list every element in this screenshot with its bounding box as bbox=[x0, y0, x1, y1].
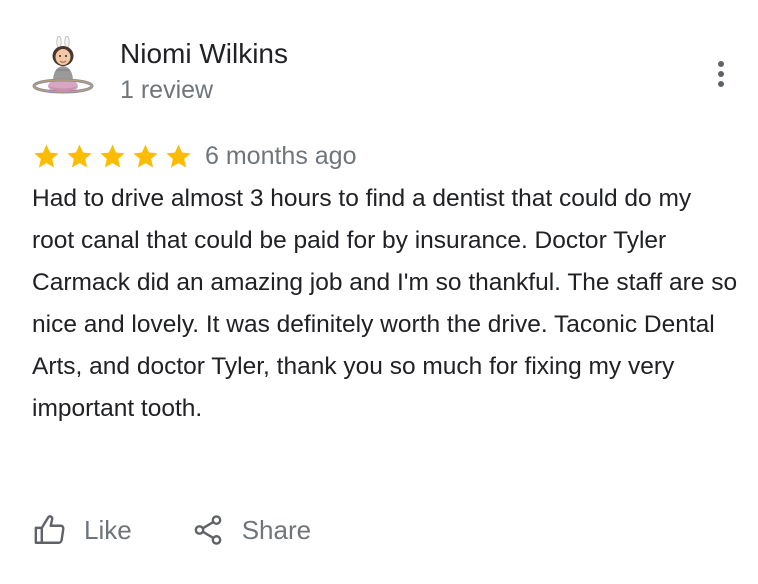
avatar[interactable] bbox=[32, 35, 94, 100]
reviewer-name[interactable]: Niomi Wilkins bbox=[120, 38, 288, 70]
rating-row: 6 months ago bbox=[32, 138, 357, 174]
avatar-icon bbox=[32, 35, 94, 94]
review-count: 1 review bbox=[120, 76, 214, 104]
thumbs-up-icon bbox=[32, 512, 68, 548]
share-icon bbox=[190, 512, 226, 548]
more-vertical-icon bbox=[718, 61, 724, 87]
review-card: Niomi Wilkins 1 review 6 months ago Had … bbox=[0, 0, 758, 584]
star-icon bbox=[67, 144, 92, 167]
star-rating bbox=[32, 142, 193, 171]
like-button[interactable]: Like bbox=[32, 512, 132, 548]
star-icon bbox=[133, 144, 158, 167]
review-text: Had to drive almost 3 hours to find a de… bbox=[32, 185, 738, 422]
like-label: Like bbox=[84, 514, 132, 545]
share-button[interactable]: Share bbox=[190, 512, 311, 548]
star-icon bbox=[166, 144, 191, 167]
star-icon bbox=[34, 144, 59, 167]
share-label: Share bbox=[241, 514, 312, 545]
review-time: 6 months ago bbox=[205, 141, 357, 170]
star-icon bbox=[100, 144, 125, 167]
more-options-button[interactable] bbox=[706, 56, 736, 92]
review-actions: Like Share bbox=[32, 508, 311, 552]
